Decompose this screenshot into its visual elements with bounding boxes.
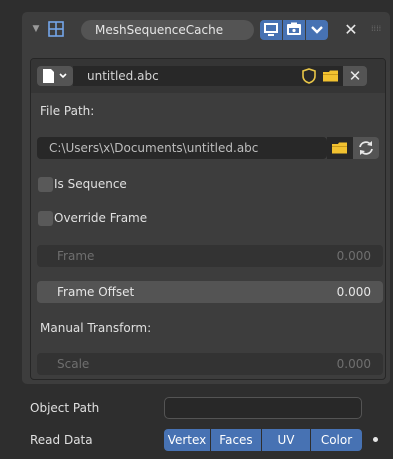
collapse-triangle-icon[interactable]: ▼: [30, 23, 42, 35]
remove-modifier-button[interactable]: ✕: [342, 20, 360, 40]
modifier-name-field[interactable]: MeshSequenceCache: [81, 20, 254, 40]
reload-button[interactable]: [353, 137, 379, 159]
file-path-browse-button[interactable]: [327, 137, 353, 159]
scale-label: Scale: [57, 357, 90, 371]
cache-file-box: untitled.abc ✕ File Path: C:\Users\x\Doc…: [30, 58, 386, 380]
unlink-cache-button[interactable]: ✕: [343, 66, 367, 86]
fake-user-button[interactable]: [299, 66, 319, 86]
frame-label: Frame: [57, 249, 95, 263]
animate-property-dot-icon[interactable]: [373, 437, 378, 442]
read-data-faces-toggle[interactable]: Faces: [211, 429, 261, 451]
read-data-uv-toggle[interactable]: UV: [262, 429, 310, 451]
override-frame-checkbox[interactable]: [38, 211, 53, 226]
read-data-label: Read Data: [30, 433, 93, 447]
read-data-color-toggle[interactable]: Color: [311, 429, 362, 451]
read-data-vertex-toggle[interactable]: Vertex: [164, 429, 210, 451]
cache-file-name-field[interactable]: untitled.abc: [73, 66, 299, 86]
cache-file-browse-button[interactable]: [37, 66, 73, 86]
manual-transform-label: Manual Transform:: [40, 321, 152, 335]
shield-icon: [302, 68, 316, 84]
camera-icon: [287, 22, 301, 35]
document-icon: [43, 69, 67, 83]
scale-field[interactable]: Scale 0.000: [37, 353, 383, 375]
folder-icon: [323, 70, 338, 82]
file-path-label: File Path:: [40, 104, 95, 118]
is-sequence-checkbox[interactable]: [38, 177, 53, 192]
options-dropdown-button[interactable]: [306, 20, 328, 40]
is-sequence-label: Is Sequence: [54, 177, 127, 191]
frame-field[interactable]: Frame 0.000: [37, 245, 383, 267]
realtime-display-button[interactable]: [260, 20, 282, 40]
object-path-field[interactable]: [164, 397, 362, 419]
render-button[interactable]: [283, 20, 305, 40]
file-path-field[interactable]: C:\Users\x\Documents\untitled.abc: [37, 137, 327, 159]
modifier-header: ▼ MeshSequenceCache ✕ ⁞⁞⁞⁞: [22, 12, 390, 48]
drag-grip-icon[interactable]: ⁞⁞⁞⁞: [371, 23, 385, 35]
frame-offset-label: Frame Offset: [57, 285, 135, 299]
frame-offset-field[interactable]: Frame Offset 0.000: [37, 281, 383, 303]
refresh-icon: [359, 141, 373, 155]
monitor-icon: [264, 23, 278, 36]
override-frame-label: Override Frame: [54, 211, 148, 225]
frame-offset-value: 0.000: [336, 285, 371, 299]
frame-value: 0.000: [336, 249, 371, 263]
chevron-down-icon: [311, 26, 323, 34]
object-path-label: Object Path: [30, 401, 100, 415]
open-folder-button[interactable]: [319, 66, 343, 86]
mesh-cache-grid-icon[interactable]: [48, 21, 64, 37]
folder-icon: [332, 142, 347, 154]
scale-value: 0.000: [336, 357, 371, 371]
